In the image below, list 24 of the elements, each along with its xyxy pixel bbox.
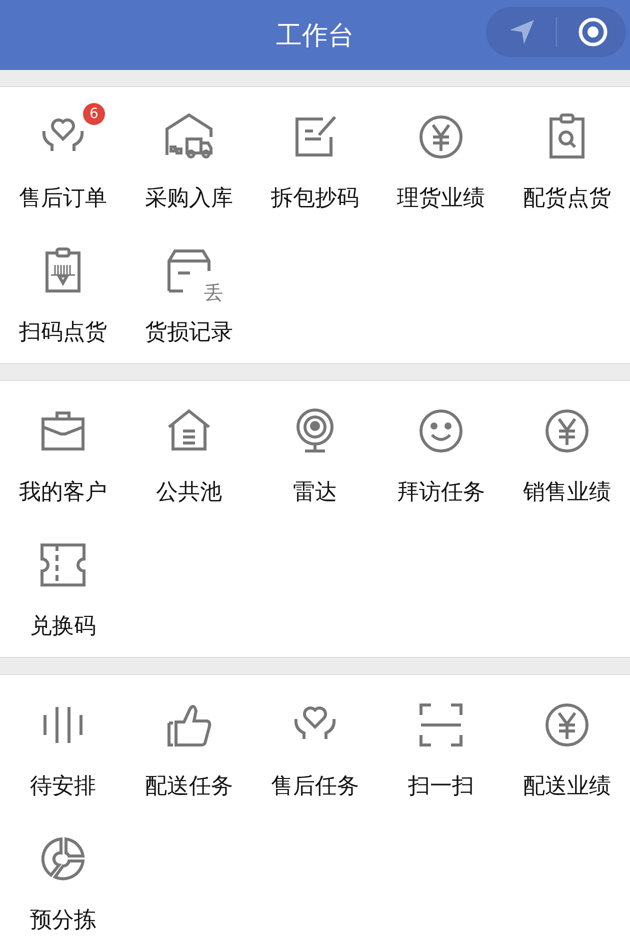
tile-label: 预分拣 [30,907,96,935]
tile-label: 公共池 [156,479,222,507]
tile-label: 扫一扫 [408,773,474,801]
window-title: 工作台 [276,20,354,52]
tile-label: 扫码点货 [19,319,107,347]
tile-label: 销售业绩 [523,479,611,507]
tile-label: 待安排 [30,773,96,801]
tile-label: 拆包抄码 [271,185,359,213]
tile-label: 配货点货 [523,185,611,213]
tile-label: 兑换码 [30,613,96,641]
tile-label: 雷达 [293,479,337,507]
tile-label: 我的客户 [19,479,107,507]
count-badge: 6 [83,103,105,125]
tile-label: 售后任务 [271,773,359,801]
tile-label: 货损记录 [145,319,233,347]
tile-label: 理货业绩 [397,185,485,213]
tile-label: 售后订单 [19,185,107,213]
icon-character: 丢 [204,284,223,303]
tile-label: 拜访任务 [397,479,485,507]
tile-label: 配送任务 [145,773,233,801]
location-arrow-icon[interactable] [508,18,536,46]
tile-label: 配送业绩 [523,773,611,801]
tile-label: 采购入库 [145,185,233,213]
target-icon[interactable] [577,16,609,48]
